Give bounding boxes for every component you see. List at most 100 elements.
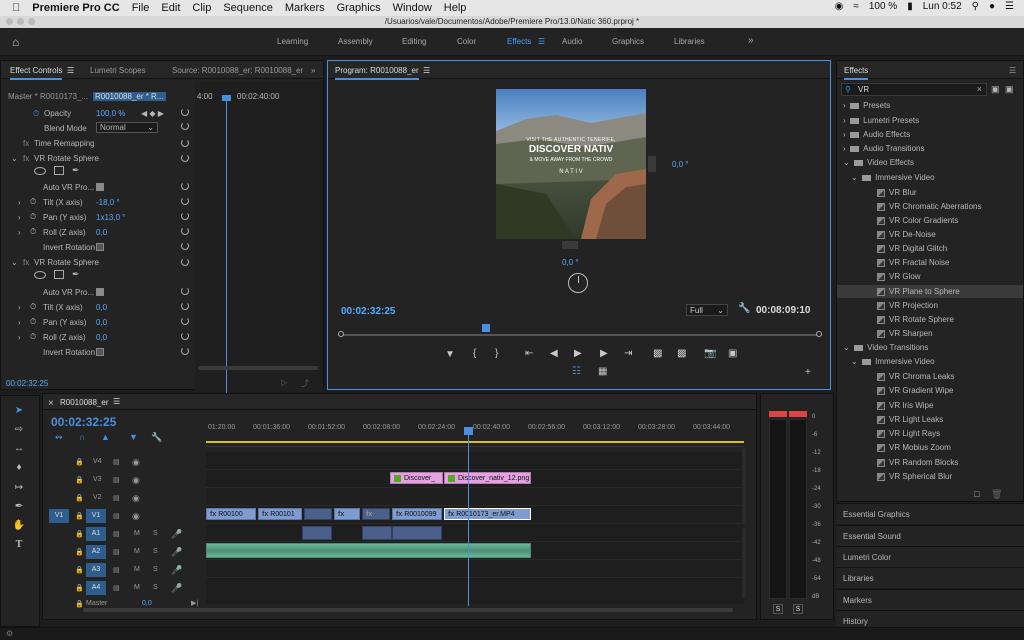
sync-lock-icon[interactable]: ▤ xyxy=(113,566,120,574)
effect-vr-glow[interactable]: VR Glow xyxy=(877,270,1001,283)
eye-icon[interactable]: ◉ xyxy=(132,493,140,504)
reset-icon[interactable] xyxy=(181,317,189,325)
effect-vr-chromatic-aberrations[interactable]: VR Chromatic Aberrations xyxy=(877,200,1001,213)
clock[interactable]: Lun 0:52 xyxy=(923,1,962,12)
tilt2-value[interactable]: 0,0 xyxy=(96,303,107,312)
reset-icon[interactable] xyxy=(181,332,189,340)
workspace-effects[interactable]: Effects xyxy=(507,37,531,46)
transition-vr-light-rays[interactable]: VR Light Rays xyxy=(877,427,1001,440)
effect-vr-plane-to-sphere[interactable]: VR Plane to Sphere xyxy=(837,285,1023,298)
mute-button[interactable]: M xyxy=(134,530,140,537)
vr-rotation-dial[interactable] xyxy=(568,273,588,293)
step-forward-icon[interactable]: ▶ xyxy=(600,348,608,359)
auto-vr-checkbox-1[interactable] xyxy=(96,182,104,191)
clip-a1-1[interactable] xyxy=(302,526,332,540)
pen-mask-icon[interactable]: ✒ xyxy=(72,165,80,176)
tilt2-expand-icon[interactable]: › xyxy=(18,303,21,312)
active-clip-label[interactable]: R0010088_er * R... xyxy=(93,92,166,101)
tilt-value[interactable]: -18,0 ° xyxy=(96,198,120,207)
pan2-expand-icon[interactable]: › xyxy=(18,318,21,327)
workspace-libraries[interactable]: Libraries xyxy=(674,37,705,46)
type-tool-icon[interactable]: T xyxy=(11,539,27,553)
keyframe-nav-icon[interactable]: ◀ ◆ ▶ xyxy=(141,109,164,118)
solo-button[interactable]: S xyxy=(153,530,158,537)
sync-lock-icon[interactable]: ▤ xyxy=(113,458,120,466)
expand-icon[interactable]: ⌄ xyxy=(11,154,18,163)
more-workspaces-icon[interactable]: » xyxy=(748,35,754,46)
sync-lock-icon[interactable]: ▤ xyxy=(113,584,120,592)
clip-v1-4[interactable]: fx xyxy=(334,508,360,520)
lift-icon[interactable]: ▩ xyxy=(653,348,662,359)
sync-lock-icon[interactable]: ▤ xyxy=(113,530,120,538)
tracks-area[interactable]: Discover_ Discover_nativ_12.png fx R0010… xyxy=(206,427,744,606)
apple-icon[interactable]:  xyxy=(12,2,20,14)
transition-vr-spherical-blur[interactable]: VR Spherical Blur xyxy=(877,470,1001,483)
add-marker-icon[interactable]: ▼ xyxy=(129,432,138,442)
menu-markers[interactable]: Markers xyxy=(285,2,325,14)
effects-title[interactable]: Effects xyxy=(844,66,869,80)
zoom-window-button[interactable] xyxy=(28,18,35,25)
reset-icon[interactable] xyxy=(181,108,189,116)
roll-expand-icon[interactable]: › xyxy=(18,228,21,237)
ec-zoom-scrollbar[interactable] xyxy=(198,366,318,370)
button-editor-icon[interactable]: + xyxy=(805,367,811,378)
auto-vr-checkbox-2[interactable] xyxy=(96,287,104,296)
panel-essential-sound[interactable]: Essential Sound xyxy=(836,525,1024,546)
pen-tool-icon[interactable]: ✒ xyxy=(11,501,27,515)
workspace-menu-icon[interactable]: ☰ xyxy=(538,37,545,46)
roll-stopwatch-icon[interactable]: ⏱ xyxy=(30,227,36,237)
track-label-a4[interactable]: A4 xyxy=(86,581,106,595)
folder-immersive-video[interactable]: ⌄ Immersive Video xyxy=(851,173,935,182)
panel-markers[interactable]: Markers xyxy=(836,589,1024,610)
clip-v3-discover-1[interactable]: Discover_ xyxy=(390,472,443,484)
solo-left-button[interactable]: S xyxy=(773,604,783,614)
track-label-a1[interactable]: A1 xyxy=(86,527,106,541)
transition-vr-iris-wipe[interactable]: VR Iris Wipe xyxy=(877,399,1001,412)
status-icon[interactable]: ⚙ xyxy=(6,629,13,638)
blend-mode-select[interactable]: Normal ⌄ xyxy=(96,122,158,133)
eye-icon[interactable]: ◉ xyxy=(132,457,140,468)
extract-icon[interactable]: ▩ xyxy=(677,348,686,359)
reset-icon[interactable] xyxy=(181,347,189,355)
panel-libraries[interactable]: Libraries xyxy=(836,567,1024,588)
master-clip-label[interactable]: Master * R0010173_... xyxy=(8,92,88,101)
track-label-v1[interactable]: V1 xyxy=(86,509,106,523)
mute-button[interactable]: M xyxy=(134,566,140,573)
effect-vr-digital-glitch[interactable]: VR Digital Glitch xyxy=(877,242,1001,255)
effects-search-input[interactable]: VR xyxy=(858,85,869,94)
lock-icon[interactable]: 🔒 xyxy=(75,494,84,502)
safe-margins-icon[interactable]: ▦ xyxy=(598,366,607,377)
ellipse-mask-icon[interactable] xyxy=(34,167,46,175)
effect-vr-rotate-sphere[interactable]: VR Rotate Sphere xyxy=(877,313,1001,326)
ec-mini-timeline[interactable] xyxy=(195,81,323,391)
clip-v1-selected[interactable]: fx R0010173_er.MP4 xyxy=(444,508,531,520)
scrub-start-handle[interactable] xyxy=(338,331,344,337)
clip-a1-2[interactable] xyxy=(362,526,392,540)
mark-in-icon[interactable]: { xyxy=(473,348,476,359)
lock-icon[interactable]: 🔒 xyxy=(75,512,84,520)
track-label-v2[interactable]: V2 xyxy=(93,494,102,501)
vr-video-toggle-icon[interactable]: ☷ xyxy=(572,366,581,377)
tab-effect-controls[interactable]: Effect Controls xyxy=(10,66,63,80)
microphone-icon[interactable]: 🎤 xyxy=(171,547,182,558)
folder-audio-transitions[interactable]: › Audio Transitions xyxy=(843,144,924,153)
opacity-value[interactable]: 100,0 % xyxy=(96,109,125,118)
track-label-v4[interactable]: V4 xyxy=(93,458,102,465)
reset-icon[interactable] xyxy=(181,302,189,310)
rect-mask-icon[interactable] xyxy=(54,270,64,279)
solo-button[interactable]: S xyxy=(153,566,158,573)
trash-icon[interactable]: 🗑 xyxy=(991,489,1002,500)
reset-icon[interactable] xyxy=(181,154,189,162)
sync-lock-icon[interactable]: ▤ xyxy=(113,494,120,502)
settings-wrench-icon[interactable]: 🔧 xyxy=(738,303,750,314)
transition-vr-random-blocks[interactable]: VR Random Blocks xyxy=(877,456,1001,469)
panel-essential-graphics[interactable]: Essential Graphics xyxy=(836,503,1024,524)
nest-icon[interactable]: ↭ xyxy=(55,432,63,443)
export-frame-icon[interactable]: 📷 xyxy=(704,348,716,359)
quality-select[interactable]: Full ⌄ xyxy=(686,304,728,316)
filter-icon[interactable]: ▷ xyxy=(281,378,287,387)
menu-help[interactable]: Help xyxy=(444,2,467,14)
pan-stopwatch-icon[interactable]: ⏱ xyxy=(30,212,36,222)
menu-sequence[interactable]: Sequence xyxy=(223,2,273,14)
effect-vr-projection[interactable]: VR Projection xyxy=(877,299,1001,312)
